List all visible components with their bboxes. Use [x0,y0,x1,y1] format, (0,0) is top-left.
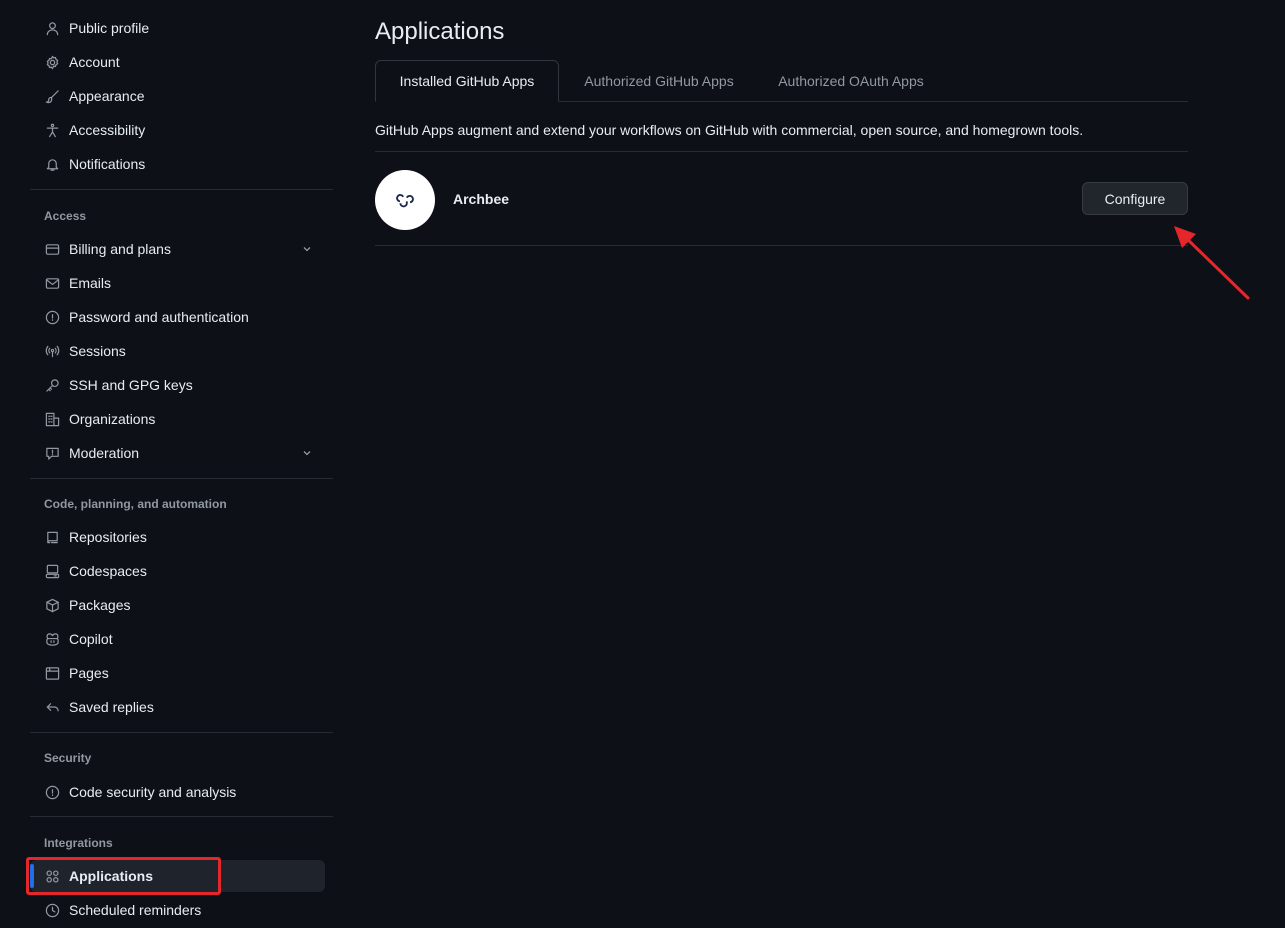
browser-icon [44,665,60,681]
sidebar-item-label: Emails [69,275,112,291]
sidebar-item-password-authentication[interactable]: Password and authentication [30,301,325,333]
sidebar-item-label: Scheduled reminders [69,902,202,918]
sidebar-item-appearance[interactable]: Appearance [30,80,325,112]
shield-icon [44,784,60,800]
sidebar-item-packages[interactable]: Packages [30,589,325,621]
configure-button[interactable]: Configure [1082,182,1188,215]
broadcast-icon [44,343,60,359]
sidebar-item-pages[interactable]: Pages [30,657,325,689]
reply-icon [44,699,60,715]
sidebar-item-saved-replies[interactable]: Saved replies [30,691,325,723]
annotation-highlight-box [26,857,221,895]
key-icon [44,377,60,393]
settings-sidebar: Public profile Account Appearance Access… [0,0,340,928]
sidebar-item-label: Account [69,54,120,70]
sidebar-item-codespaces[interactable]: Codespaces [30,555,325,587]
settings-page: Public profile Account Appearance Access… [0,0,1285,928]
sidebar-item-public-profile[interactable]: Public profile [30,12,325,44]
sidebar-item-billing[interactable]: Billing and plans [30,233,325,265]
sidebar-item-label: Packages [69,597,131,613]
sidebar-item-organizations[interactable]: Organizations [30,403,325,435]
archbee-logo-icon [394,189,416,211]
sidebar-item-scheduled-reminders[interactable]: Scheduled reminders [30,894,325,926]
tab-authorized-oauth-apps[interactable]: Authorized OAuth Apps [759,60,943,101]
sidebar-item-label: Copilot [69,631,113,647]
sidebar-item-label: Organizations [69,411,156,427]
chevron-down-icon[interactable] [301,242,313,254]
sidebar-item-label: Appearance [69,88,145,104]
sidebar-item-label: Pages [69,665,109,681]
accessibility-icon [44,122,60,138]
sidebar-divider [30,189,333,190]
sidebar-item-account[interactable]: Account [30,46,325,78]
page-description: GitHub Apps augment and extend your work… [375,122,1084,138]
bell-icon [44,156,60,172]
sidebar-section-title-access: Access [44,209,87,223]
sidebar-item-sessions[interactable]: Sessions [30,335,325,367]
annotation-arrow [1174,226,1250,300]
sidebar-item-label: Saved replies [69,699,154,715]
sidebar-item-label: Sessions [69,343,126,359]
clock-icon [44,902,60,918]
sidebar-item-moderation[interactable]: Moderation [30,437,325,469]
paintbrush-icon [44,88,60,104]
sidebar-item-copilot[interactable]: Copilot [30,623,325,655]
tab-installed-github-apps[interactable]: Installed GitHub Apps [375,60,559,102]
app-name[interactable]: Archbee [453,191,509,207]
sidebar-item-emails[interactable]: Emails [30,267,325,299]
tab-bar: Installed GitHub Apps Authorized GitHub … [375,60,1188,102]
credit-card-icon [44,241,60,257]
package-icon [44,597,60,613]
sidebar-item-label: SSH and GPG keys [69,377,193,393]
sidebar-section-title-code: Code, planning, and automation [44,497,227,511]
report-icon [44,445,60,461]
sidebar-divider [30,732,333,733]
repo-icon [44,529,60,545]
sidebar-item-label: Repositories [69,529,147,545]
mail-icon [44,275,60,291]
sidebar-item-label: Public profile [69,20,150,36]
gear-icon [44,54,60,70]
sidebar-section-title-security: Security [44,751,92,765]
person-icon [44,20,60,36]
sidebar-divider [30,816,333,817]
sidebar-section-title-integrations: Integrations [44,836,113,850]
main-content: Applications Installed GitHub Apps Autho… [375,0,1190,928]
sidebar-item-label: Code security and analysis [69,784,237,800]
sidebar-item-repositories[interactable]: Repositories [30,521,325,553]
chevron-down-icon[interactable] [301,446,313,458]
copilot-icon [44,631,60,647]
organization-icon [44,411,60,427]
sidebar-item-accessibility[interactable]: Accessibility [30,114,325,146]
list-divider [375,245,1188,246]
sidebar-divider [30,478,333,479]
sidebar-item-label: Billing and plans [69,241,171,257]
sidebar-item-label: Notifications [69,156,146,172]
codespaces-icon [44,563,60,579]
sidebar-item-ssh-gpg-keys[interactable]: SSH and GPG keys [30,369,325,401]
tab-authorized-github-apps[interactable]: Authorized GitHub Apps [561,60,757,101]
list-divider [375,151,1188,152]
shield-lock-icon [44,309,60,325]
sidebar-item-code-security[interactable]: Code security and analysis [30,776,325,808]
sidebar-item-label: Moderation [69,445,140,461]
sidebar-item-label: Accessibility [69,122,146,138]
sidebar-item-label: Password and authentication [69,309,249,325]
app-avatar[interactable] [375,170,435,230]
sidebar-item-label: Codespaces [69,563,147,579]
sidebar-item-notifications[interactable]: Notifications [30,148,325,180]
page-title: Applications [375,18,505,45]
